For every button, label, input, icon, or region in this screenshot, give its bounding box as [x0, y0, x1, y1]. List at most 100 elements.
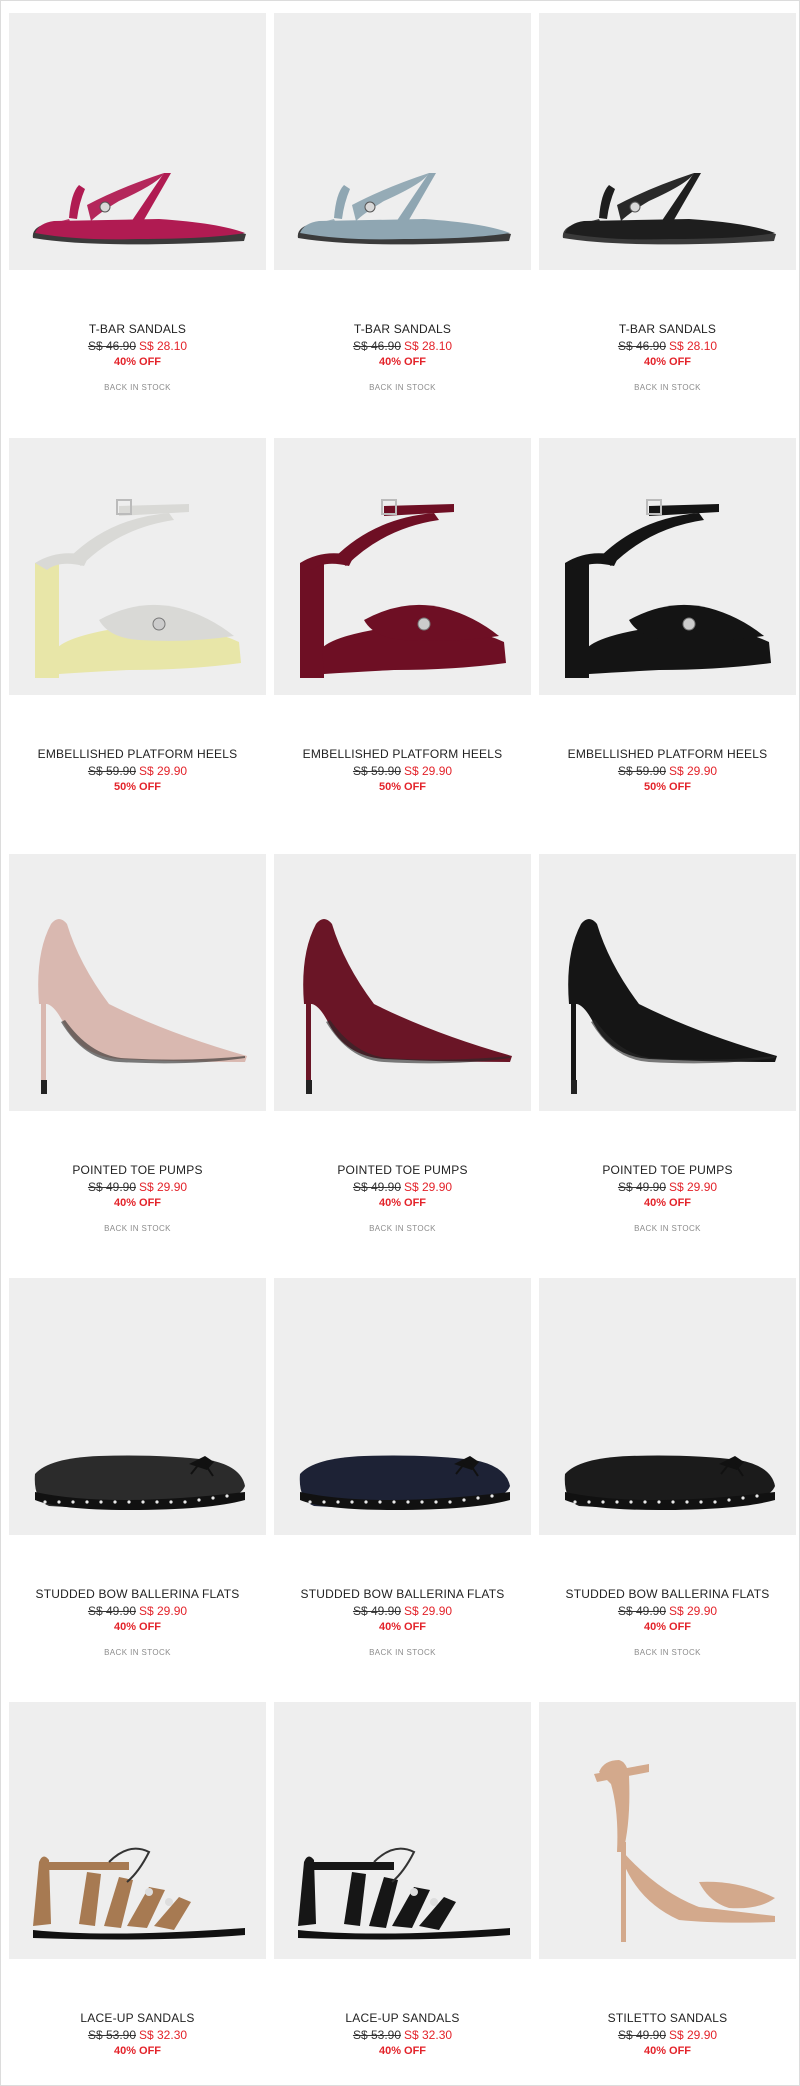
sale-price: S$ 29.90: [139, 1180, 188, 1194]
product-image[interactable]: [9, 438, 266, 695]
stock-status: BACK IN STOCK: [634, 383, 701, 392]
product-image[interactable]: [9, 854, 266, 1111]
original-price: S$ 59.90: [352, 764, 401, 778]
product-card[interactable]: POINTED TOE PUMPS S$ 49.90 S$ 29.90 40% OFF…: [539, 854, 796, 1234]
discount-badge: 40% OFF: [113, 2045, 162, 2057]
product-name[interactable]: STILETTO SANDALS: [539, 2010, 796, 2026]
original-price: S$ 49.90: [352, 1604, 401, 1618]
product-image[interactable]: [539, 438, 796, 695]
discount-badge: 40% OFF: [378, 2045, 427, 2057]
shoe-illustration: [34, 1455, 246, 1510]
product-name[interactable]: POINTED TOE PUMPS: [274, 1162, 531, 1178]
product-name[interactable]: T-BAR SANDALS: [9, 321, 266, 337]
sale-price: S$ 28.10: [404, 339, 453, 353]
product-card[interactable]: EMBELLISHED PLATFORM HEELS S$ 59.90 S$ 29.…: [539, 438, 796, 795]
discount-badge: 40% OFF: [378, 1197, 427, 1209]
product-card[interactable]: STUDDED BOW BALLERINA FLATS S$ 49.90 S$ 29…: [274, 1278, 531, 1658]
original-price: S$ 49.90: [617, 1180, 666, 1194]
product-name[interactable]: EMBELLISHED PLATFORM HEELS: [274, 746, 531, 762]
shoe-illustration: [300, 499, 506, 678]
shoe-illustration: [562, 173, 776, 245]
original-price: S$ 53.90: [352, 2028, 401, 2042]
discount-badge: 40% OFF: [643, 1621, 692, 1633]
sale-price: S$ 29.90: [669, 2028, 718, 2042]
product-name[interactable]: STUDDED BOW BALLERINA FLATS: [274, 1586, 531, 1602]
product-prices: S$ 49.90 S$ 29.90: [274, 1179, 531, 1196]
product-card[interactable]: LACE-UP SANDALS S$ 53.90 S$ 32.30 40% OFF: [274, 1702, 531, 2059]
original-price: S$ 49.90: [87, 1180, 136, 1194]
sale-price: S$ 29.90: [404, 764, 453, 778]
product-name[interactable]: POINTED TOE PUMPS: [539, 1162, 796, 1178]
product-prices: S$ 49.90 S$ 29.90: [9, 1603, 266, 1620]
product-prices: S$ 46.90 S$ 28.10: [539, 338, 796, 355]
product-name[interactable]: T-BAR SANDALS: [539, 321, 796, 337]
sale-price: S$ 29.90: [404, 1604, 453, 1618]
product-card[interactable]: POINTED TOE PUMPS S$ 49.90 S$ 29.90 40% OFF…: [274, 854, 531, 1234]
product-image[interactable]: [274, 13, 531, 270]
product-prices: S$ 49.90 S$ 29.90: [539, 1179, 796, 1196]
product-prices: S$ 46.90 S$ 28.10: [9, 338, 266, 355]
product-image[interactable]: [539, 1278, 796, 1535]
product-listing-page: T-BAR SANDALS S$ 46.90 S$ 28.10 40% OFF BACK…: [0, 0, 800, 2086]
product-prices: S$ 46.90 S$ 28.10: [274, 338, 531, 355]
sale-price: S$ 29.90: [404, 1180, 453, 1194]
product-image[interactable]: [539, 13, 796, 270]
shoe-illustration: [565, 499, 771, 678]
product-name[interactable]: LACE-UP SANDALS: [9, 2010, 266, 2026]
stock-status: BACK IN STOCK: [369, 383, 436, 392]
product-prices: S$ 53.90 S$ 32.30: [9, 2027, 266, 2044]
product-card[interactable]: T-BAR SANDALS S$ 46.90 S$ 28.10 40% OFF BACK…: [274, 13, 531, 393]
product-prices: S$ 49.90 S$ 29.90: [539, 2027, 796, 2044]
product-card[interactable]: STUDDED BOW BALLERINA FLATS S$ 49.90 S$ 29…: [9, 1278, 266, 1658]
product-card[interactable]: T-BAR SANDALS S$ 46.90 S$ 28.10 40% OFF BACK…: [9, 13, 266, 393]
product-image[interactable]: [9, 13, 266, 270]
product-image[interactable]: [274, 1278, 531, 1535]
shoe-illustration: [299, 1455, 510, 1510]
stock-status: BACK IN STOCK: [369, 1224, 436, 1233]
product-name[interactable]: POINTED TOE PUMPS: [9, 1162, 266, 1178]
product-card[interactable]: EMBELLISHED PLATFORM HEELS S$ 59.90 S$ 29.…: [274, 438, 531, 795]
stock-status: BACK IN STOCK: [104, 1648, 171, 1657]
product-image[interactable]: [9, 1278, 266, 1535]
product-name[interactable]: STUDDED BOW BALLERINA FLATS: [9, 1586, 266, 1602]
discount-badge: 40% OFF: [378, 356, 427, 368]
product-name[interactable]: STUDDED BOW BALLERINA FLATS: [539, 1586, 796, 1602]
shoe-illustration: [303, 919, 512, 1094]
product-image[interactable]: [9, 1702, 266, 1959]
product-card[interactable]: STUDDED BOW BALLERINA FLATS S$ 49.90 S$ 29…: [539, 1278, 796, 1658]
product-name[interactable]: T-BAR SANDALS: [274, 321, 531, 337]
original-price: S$ 46.90: [87, 339, 136, 353]
product-card[interactable]: LACE-UP SANDALS S$ 53.90 S$ 32.30 40% OFF: [9, 1702, 266, 2059]
product-card[interactable]: EMBELLISHED PLATFORM HEELS S$ 59.90 S$ 29.…: [9, 438, 266, 795]
product-image[interactable]: [274, 854, 531, 1111]
shoe-illustration: [564, 1455, 775, 1510]
shoe-illustration: [33, 1847, 245, 1940]
stock-status: BACK IN STOCK: [634, 1224, 701, 1233]
original-price: S$ 49.90: [617, 1604, 666, 1618]
product-image[interactable]: [274, 438, 531, 695]
product-prices: S$ 59.90 S$ 29.90: [274, 763, 531, 780]
shoe-illustration: [298, 1847, 510, 1940]
product-prices: S$ 59.90 S$ 29.90: [539, 763, 796, 780]
sale-price: S$ 28.10: [139, 339, 188, 353]
stock-status: BACK IN STOCK: [369, 1648, 436, 1657]
original-price: S$ 49.90: [617, 2028, 666, 2042]
sale-price: S$ 29.90: [139, 1604, 188, 1618]
stock-status: BACK IN STOCK: [104, 383, 171, 392]
stock-status: BACK IN STOCK: [104, 1224, 171, 1233]
product-name[interactable]: EMBELLISHED PLATFORM HEELS: [9, 746, 266, 762]
product-card[interactable]: POINTED TOE PUMPS S$ 49.90 S$ 29.90 40% OFF…: [9, 854, 266, 1234]
product-image[interactable]: [539, 854, 796, 1111]
sale-price: S$ 32.30: [139, 2028, 188, 2042]
product-image[interactable]: [539, 1702, 796, 1959]
product-name[interactable]: LACE-UP SANDALS: [274, 2010, 531, 2026]
product-card[interactable]: STILETTO SANDALS S$ 49.90 S$ 29.90 40% OFF: [539, 1702, 796, 2059]
discount-badge: 50% OFF: [113, 781, 162, 793]
product-image[interactable]: [274, 1702, 531, 1959]
product-name[interactable]: EMBELLISHED PLATFORM HEELS: [539, 746, 796, 762]
shoe-illustration: [568, 919, 777, 1094]
product-prices: S$ 59.90 S$ 29.90: [9, 763, 266, 780]
product-card[interactable]: T-BAR SANDALS S$ 46.90 S$ 28.10 40% OFF BACK…: [539, 13, 796, 393]
product-prices: S$ 49.90 S$ 29.90: [9, 1179, 266, 1196]
shoe-illustration: [32, 173, 246, 245]
